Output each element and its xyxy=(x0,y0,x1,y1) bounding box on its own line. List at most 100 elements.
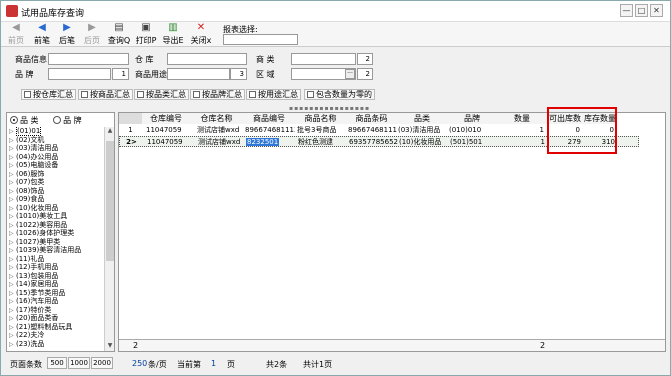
header-product-code[interactable]: 商品编号 xyxy=(243,113,295,124)
tree-item[interactable]: ▷ (22)夫冷 xyxy=(9,331,104,340)
tree-item[interactable]: ▷ (15)季节类用品 xyxy=(9,289,104,298)
expand-arrow-icon[interactable]: ▷ xyxy=(9,332,16,340)
expand-arrow-icon[interactable]: ▷ xyxy=(9,247,16,255)
expand-arrow-icon[interactable]: ▷ xyxy=(9,188,16,196)
expand-arrow-icon[interactable]: ▷ xyxy=(9,324,16,332)
tree-item[interactable]: ▷ (05)电脑设备 xyxy=(9,161,104,170)
page-size-1000-button[interactable]: 1000 xyxy=(68,357,90,369)
checkbox-by-brand[interactable]: 按品牌汇总 xyxy=(190,89,245,100)
tree-item[interactable]: ▷ (03)清洁用品 xyxy=(9,144,104,153)
expand-arrow-icon[interactable]: ▷ xyxy=(9,290,16,298)
expand-arrow-icon[interactable]: ▷ xyxy=(9,137,16,145)
cell-product-name: 批号3号商品 xyxy=(297,126,337,134)
category-input[interactable] xyxy=(291,53,356,65)
header-quantity[interactable]: 数量 xyxy=(497,113,547,124)
expand-arrow-icon[interactable]: ▷ xyxy=(9,307,16,315)
tree-item[interactable]: ▷ (09)食品 xyxy=(9,195,104,204)
tree-item[interactable]: ▷ (16)汽车用品 xyxy=(9,297,104,306)
expand-arrow-icon[interactable]: ▷ xyxy=(9,154,16,162)
report-select-input[interactable] xyxy=(223,34,298,45)
prev-page-button[interactable]: ◀ 前页 xyxy=(4,23,28,46)
expand-arrow-icon[interactable]: ▷ xyxy=(9,256,16,264)
checkbox-by-product[interactable]: 按商品汇总 xyxy=(78,89,133,100)
tree-item[interactable]: ▷ (12)手机用品 xyxy=(9,263,104,272)
minimize-button[interactable]: — xyxy=(620,4,633,17)
current-page-value[interactable]: 1 xyxy=(211,359,216,368)
warehouse-input[interactable] xyxy=(167,53,247,65)
tree-scrollbar[interactable]: ▲ ▼ xyxy=(104,127,114,351)
tree-item[interactable]: ▷ (1010)美妆工具 xyxy=(9,212,104,221)
expand-arrow-icon[interactable]: ▷ xyxy=(9,230,16,238)
expand-arrow-icon[interactable]: ▷ xyxy=(9,213,16,221)
close-button[interactable]: ✕ xyxy=(650,4,663,17)
expand-arrow-icon[interactable]: ▷ xyxy=(9,171,16,179)
close-toolbar-button[interactable]: ✕ 关闭x xyxy=(189,23,213,46)
header-warehouse-name[interactable]: 仓库名称 xyxy=(190,113,243,124)
export-button[interactable]: ▥ 导出E xyxy=(161,23,185,46)
radio-category[interactable]: 品 类 xyxy=(10,115,39,126)
prev-record-button[interactable]: ◀ 前笔 xyxy=(30,23,54,46)
grid-corner xyxy=(119,113,142,124)
maximize-button[interactable]: □ xyxy=(635,4,648,17)
scroll-down-icon[interactable]: ▼ xyxy=(105,342,115,351)
scroll-up-icon[interactable]: ▲ xyxy=(105,127,115,136)
cell-product-code-selected[interactable]: 8232501 xyxy=(246,137,296,148)
tree-item[interactable]: ▷ (04)办公用品 xyxy=(9,153,104,162)
tree-item[interactable]: ▷ (06)服饰 xyxy=(9,170,104,179)
expand-arrow-icon[interactable]: ▷ xyxy=(9,281,16,289)
tree-item[interactable]: ▷ (02)文机 xyxy=(9,136,104,145)
expand-arrow-icon[interactable]: ▷ xyxy=(9,145,16,153)
expand-arrow-icon[interactable]: ▷ xyxy=(9,315,16,323)
expand-arrow-icon[interactable]: ▷ xyxy=(9,298,16,306)
tree-item[interactable]: ▷ (11)礼品 xyxy=(9,255,104,264)
page-size-500-button[interactable]: 500 xyxy=(47,357,67,369)
tree-item[interactable]: ▷ (13)包装用品 xyxy=(9,272,104,281)
header-brand[interactable]: 品牌 xyxy=(447,113,497,124)
row-marker: 2> xyxy=(126,138,137,146)
expand-arrow-icon[interactable]: ▷ xyxy=(9,264,16,272)
header-barcode[interactable]: 商品条码 xyxy=(346,113,397,124)
expand-arrow-icon[interactable]: ▷ xyxy=(9,341,16,349)
expand-arrow-icon[interactable]: ▷ xyxy=(9,222,16,230)
tree-item[interactable]: ▷ (20)面品类香 xyxy=(9,314,104,323)
expand-arrow-icon[interactable]: ▷ xyxy=(9,273,16,281)
radio-brand[interactable]: 品 牌 xyxy=(53,115,82,126)
brand-input[interactable] xyxy=(48,68,111,80)
radio-category-label: 品 类 xyxy=(20,116,39,125)
cell-barcode: 896674681113 xyxy=(348,126,397,134)
tree-item[interactable]: ▷ (07)包类 xyxy=(9,178,104,187)
expand-arrow-icon[interactable]: ▷ xyxy=(9,179,16,187)
tree-item[interactable]: ▷ (21)塑料制品玩具 xyxy=(9,323,104,332)
tree-item[interactable]: ▷ (17)特价类 xyxy=(9,306,104,315)
header-warehouse-code[interactable]: 仓库编号 xyxy=(142,113,190,124)
page-size-2000-button[interactable]: 2000 xyxy=(91,357,113,369)
tree-item[interactable]: ▷ (1026)身体护理类 xyxy=(9,229,104,238)
expand-arrow-icon[interactable]: ▷ xyxy=(9,128,16,136)
tree-item[interactable]: ▷ (1022)美容用品 xyxy=(9,221,104,230)
checkbox-by-category[interactable]: 按品类汇总 xyxy=(134,89,189,100)
expand-arrow-icon[interactable]: ▷ xyxy=(9,196,16,204)
checkbox-include-zero[interactable]: 包含数量为零的 xyxy=(304,89,375,100)
header-category[interactable]: 品类 xyxy=(397,113,447,124)
query-button[interactable]: ▤ 查询Q xyxy=(107,23,131,46)
next-page-button[interactable]: ▶ 后页 xyxy=(80,23,104,46)
tree-item[interactable]: ▷ (23)洗品 xyxy=(9,340,104,349)
header-product-name[interactable]: 商品名称 xyxy=(295,113,346,124)
expand-arrow-icon[interactable]: ▷ xyxy=(9,205,16,213)
product-info-input[interactable] xyxy=(48,53,129,65)
tree-item[interactable]: ▷ (1027)美甲类 xyxy=(9,238,104,247)
usage-input[interactable] xyxy=(167,68,230,80)
expand-arrow-icon[interactable]: ▷ xyxy=(9,162,16,170)
tree-item[interactable]: ▷ (01)01 xyxy=(9,127,104,136)
scroll-thumb[interactable] xyxy=(106,141,114,261)
region-ellipsis-icon[interactable]: ··· xyxy=(345,69,355,79)
tree-item[interactable]: ▷ (14)家居用品 xyxy=(9,280,104,289)
checkbox-by-usage[interactable]: 按用途汇总 xyxy=(246,89,301,100)
expand-arrow-icon[interactable]: ▷ xyxy=(9,239,16,247)
tree-item[interactable]: ▷ (08)饰品 xyxy=(9,187,104,196)
checkbox-by-warehouse[interactable]: 按仓库汇总 xyxy=(21,89,76,100)
tree-item[interactable]: ▷ (10)化妆用品 xyxy=(9,204,104,213)
next-record-button[interactable]: ▶ 后笔 xyxy=(55,23,79,46)
tree-item[interactable]: ▷ (1039)美容清洁用品 xyxy=(9,246,104,255)
print-button[interactable]: ▣ 打印P xyxy=(134,23,158,46)
